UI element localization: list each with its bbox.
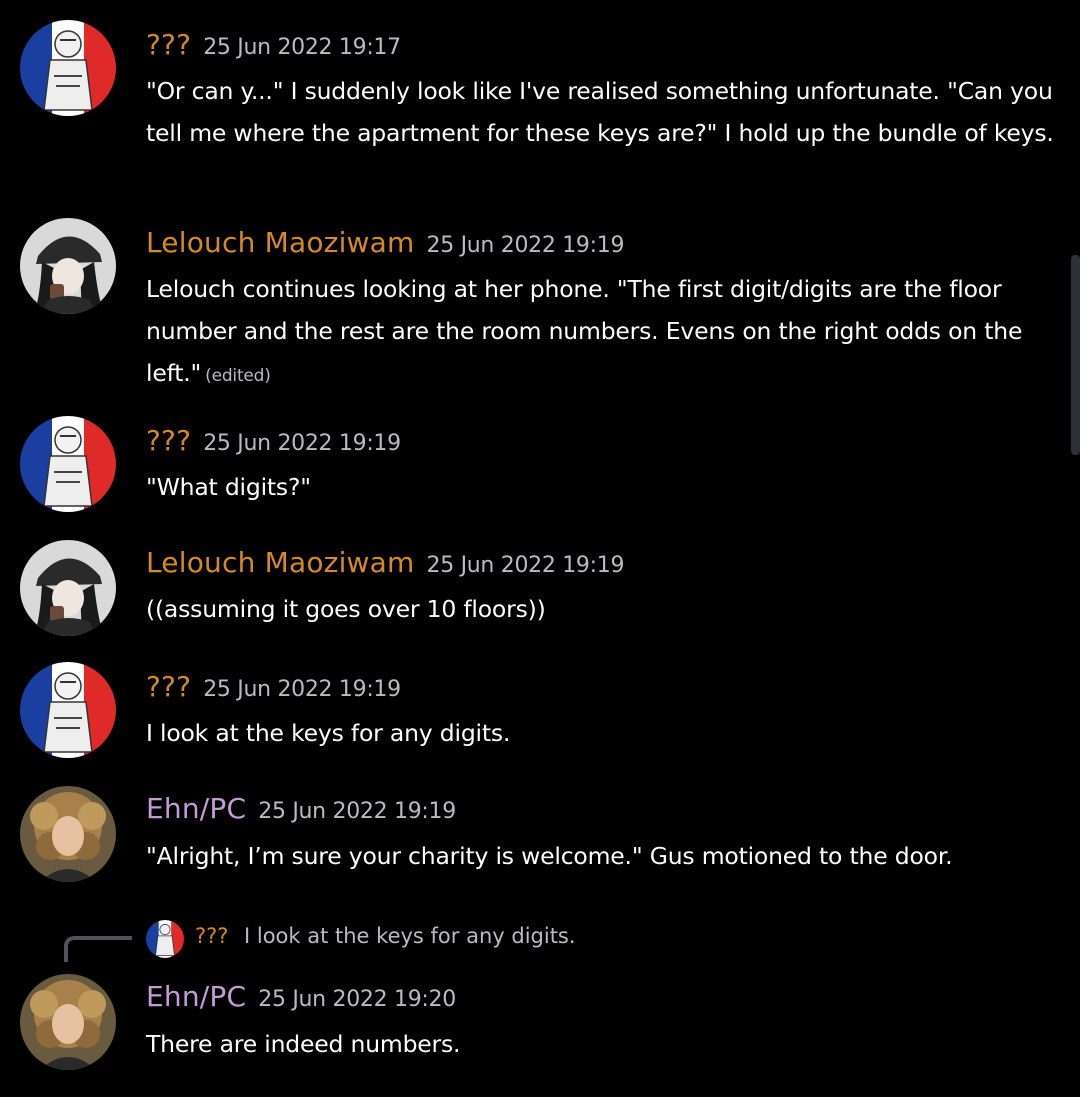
message-header: Lelouch Maoziwam 25 Jun 2022 19:19 — [146, 226, 624, 259]
reply-avatar — [146, 920, 184, 958]
curly-hair-woman-avatar-icon — [20, 974, 116, 1070]
message-text: Lelouch continues looking at her phone. … — [146, 275, 1023, 387]
avatar[interactable] — [20, 540, 116, 636]
author-name[interactable]: ??? — [146, 670, 191, 703]
author-name[interactable]: ??? — [146, 28, 191, 61]
message-content: "Alright, I’m sure your charity is welco… — [146, 842, 953, 870]
message-header: Ehn/PC 25 Jun 2022 19:19 — [146, 792, 456, 825]
avatar[interactable] — [20, 20, 116, 116]
message-content: ((assuming it goes over 10 floors)) — [146, 595, 546, 623]
message-content: "What digits?" — [146, 473, 311, 501]
avatar[interactable] — [20, 416, 116, 512]
reply-reference[interactable]: ??? I look at the keys for any digits. — [64, 918, 764, 966]
french-flag-character-avatar-icon — [20, 416, 116, 512]
scrollbar[interactable] — [1071, 255, 1080, 455]
reply-author[interactable]: ??? — [195, 924, 228, 948]
french-flag-character-avatar-icon — [20, 20, 116, 116]
message-header: Ehn/PC 25 Jun 2022 19:20 — [146, 980, 456, 1013]
timestamp: 25 Jun 2022 19:19 — [203, 677, 401, 702]
author-name[interactable]: Lelouch Maoziwam — [146, 226, 415, 259]
avatar[interactable] — [20, 974, 116, 1070]
message-header: Lelouch Maoziwam 25 Jun 2022 19:19 — [146, 546, 624, 579]
author-name[interactable]: Ehn/PC — [146, 792, 246, 825]
message-header: ??? 25 Jun 2022 19:19 — [146, 424, 401, 457]
anime-girl-cap-avatar-icon — [20, 540, 116, 636]
message-content: I look at the keys for any digits. — [146, 719, 511, 747]
message-header: ??? 25 Jun 2022 19:17 — [146, 28, 401, 61]
anime-girl-cap-avatar-icon — [20, 218, 116, 314]
chat-message-list: ??? 25 Jun 2022 19:17 "Or can y..." I sud… — [0, 0, 1080, 1097]
timestamp: 25 Jun 2022 19:19 — [258, 799, 456, 824]
avatar[interactable] — [20, 662, 116, 758]
avatar[interactable] — [20, 218, 116, 314]
timestamp: 25 Jun 2022 19:20 — [258, 987, 456, 1012]
message-content: There are indeed numbers. — [146, 1030, 461, 1058]
message-content: Lelouch continues looking at her phone. … — [146, 268, 1056, 397]
french-flag-character-avatar-icon — [146, 920, 184, 958]
french-flag-character-avatar-icon — [20, 662, 116, 758]
author-name[interactable]: Ehn/PC — [146, 980, 246, 1013]
timestamp: 25 Jun 2022 19:19 — [426, 233, 625, 258]
avatar[interactable] — [20, 786, 116, 882]
curly-hair-woman-avatar-icon — [20, 786, 116, 882]
timestamp: 25 Jun 2022 19:17 — [203, 35, 401, 60]
timestamp: 25 Jun 2022 19:19 — [203, 431, 401, 456]
author-name[interactable]: Lelouch Maoziwam — [146, 546, 415, 579]
message-content: "Or can y..." I suddenly look like I've … — [146, 77, 1054, 147]
reply-text[interactable]: I look at the keys for any digits. — [244, 924, 576, 948]
timestamp: 25 Jun 2022 19:19 — [426, 553, 625, 578]
reply-connector — [64, 936, 132, 962]
edited-label: (edited) — [205, 366, 271, 386]
message-header: ??? 25 Jun 2022 19:19 — [146, 670, 401, 703]
author-name[interactable]: ??? — [146, 424, 191, 457]
